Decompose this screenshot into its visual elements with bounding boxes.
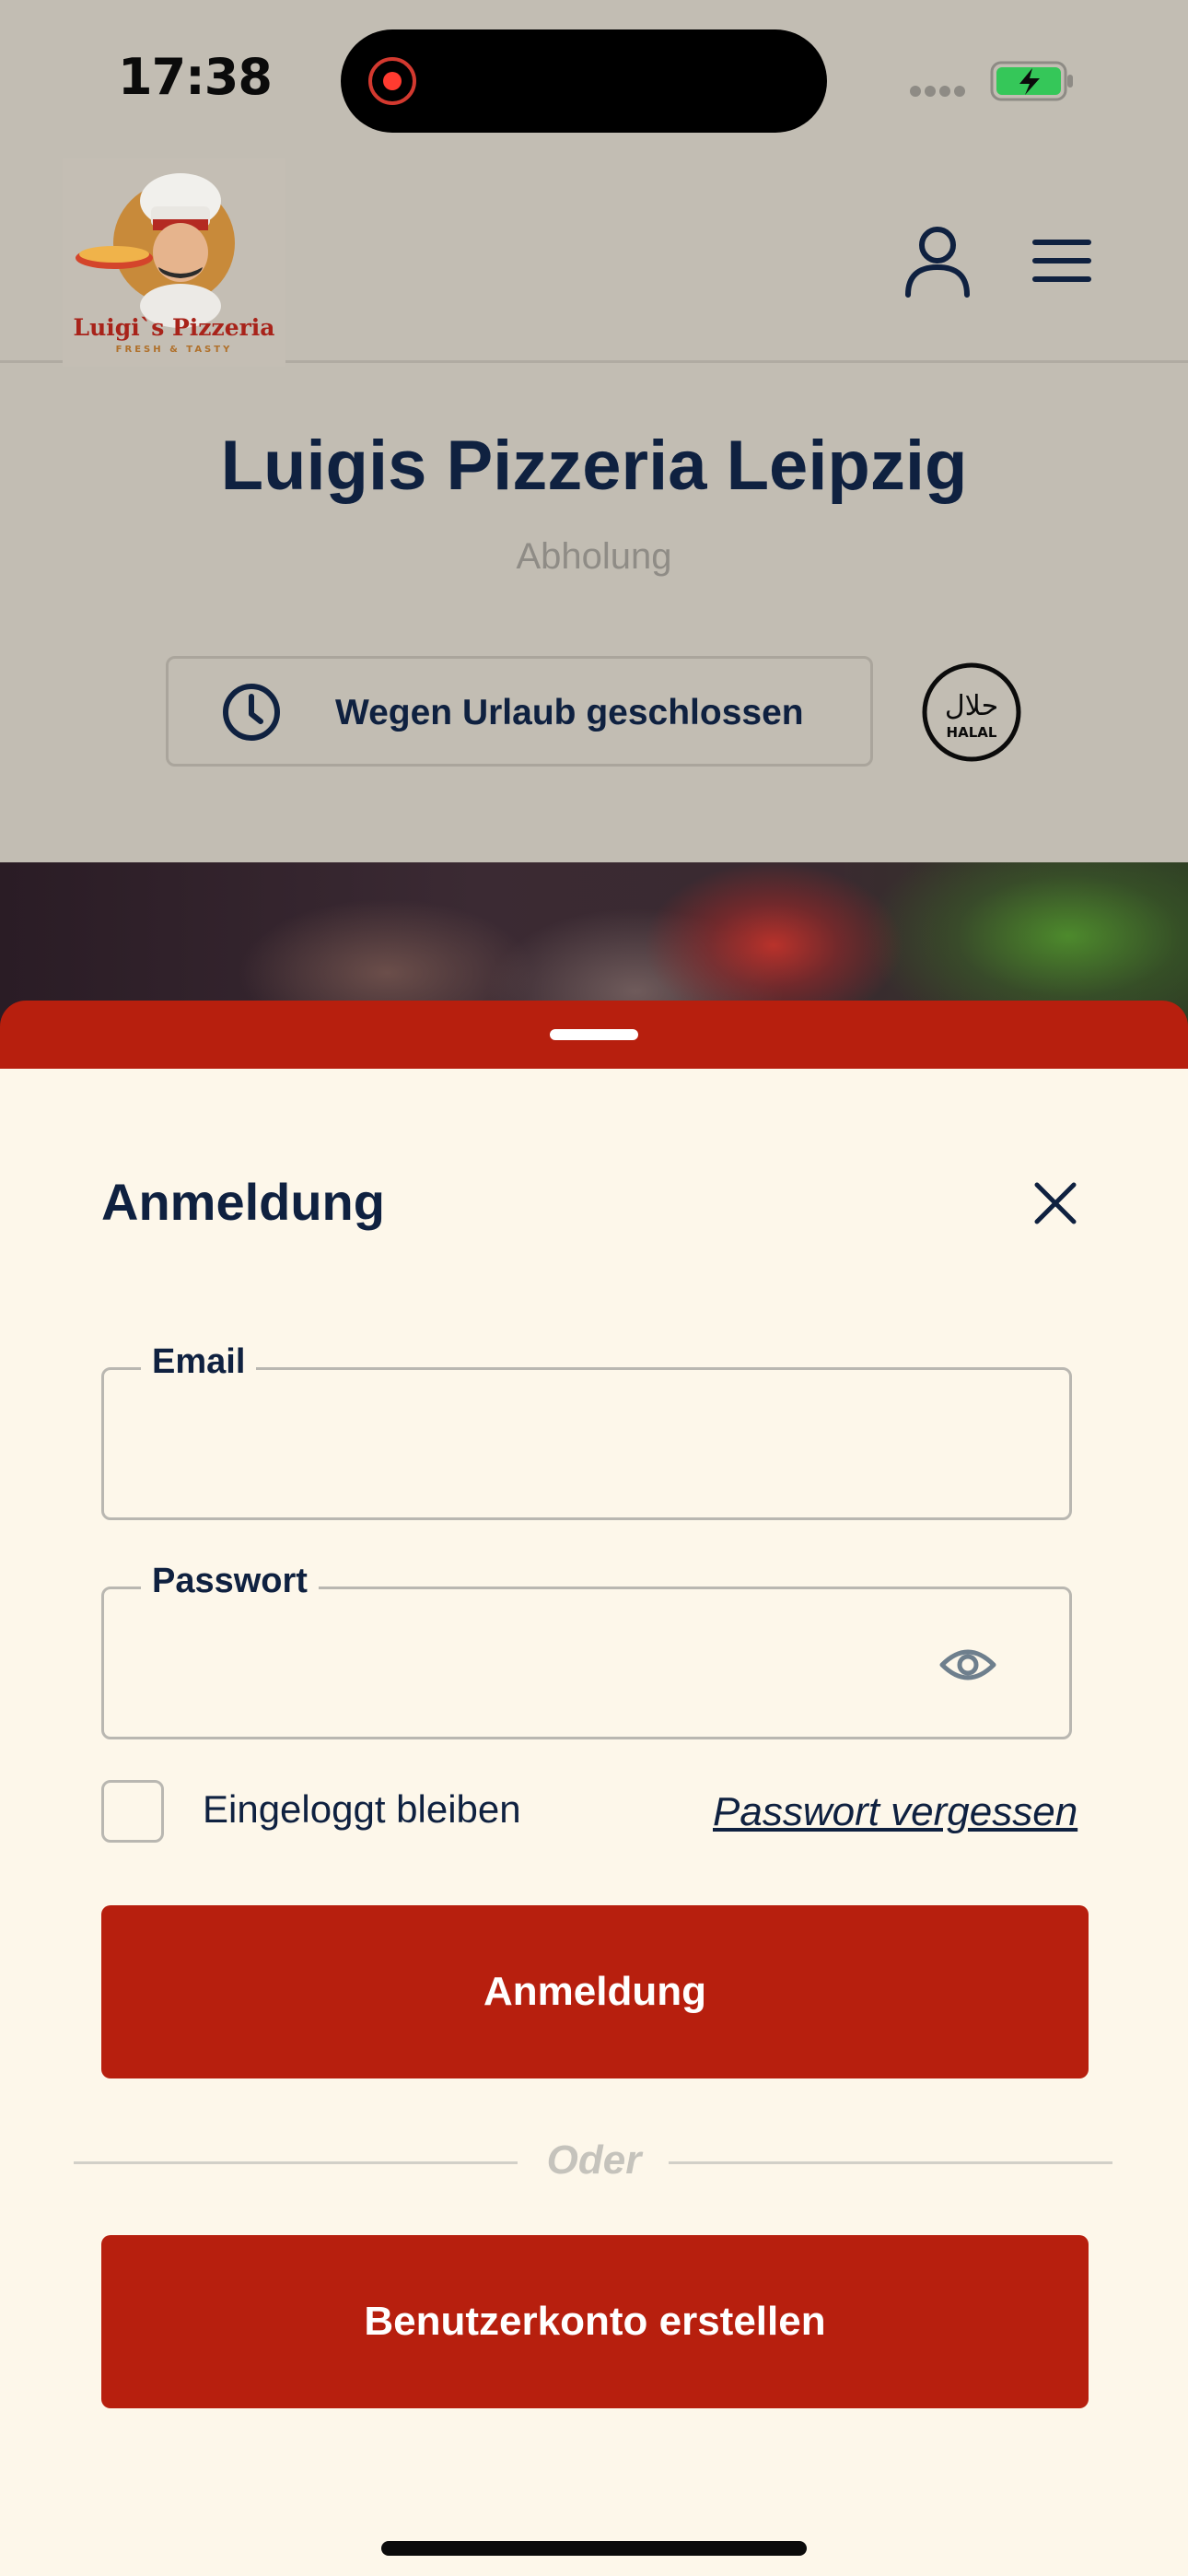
forgot-password-link[interactable]: Passwort vergessen <box>713 1789 1077 1835</box>
svg-text:HALAL: HALAL <box>947 724 997 741</box>
restaurant-logo[interactable]: Luigi`s Pizzeria FRESH & TASTY <box>63 158 285 367</box>
record-icon <box>368 57 416 105</box>
divider-line-left <box>74 2161 518 2164</box>
eye-icon[interactable] <box>938 1635 997 1694</box>
close-icon[interactable] <box>1031 1179 1079 1227</box>
logo-wordmark: Luigi`s Pizzeria <box>74 314 275 341</box>
remember-me-label: Eingeloggt bleiben <box>203 1787 521 1831</box>
remember-me-checkbox[interactable] <box>101 1780 164 1843</box>
clock-icon <box>223 684 280 741</box>
password-label: Passwort <box>141 1562 319 1601</box>
email-label: Email <box>141 1342 257 1382</box>
battery-icon <box>990 61 1073 101</box>
account-icon[interactable] <box>903 225 973 299</box>
store-status-text: Wegen Urlaub geschlossen <box>335 693 804 732</box>
email-input[interactable] <box>141 1407 970 1490</box>
home-indicator[interactable] <box>381 2541 807 2556</box>
svg-text:FRESH & TASTY: FRESH & TASTY <box>116 345 233 355</box>
sheet-title: Anmeldung <box>101 1173 385 1231</box>
signal-icon <box>910 85 971 98</box>
password-input[interactable] <box>141 1626 914 1709</box>
store-name: Luigis Pizzeria Leipzig <box>220 427 968 505</box>
menu-icon[interactable] <box>1031 238 1092 284</box>
login-button[interactable]: Anmeldung <box>101 1905 1089 2078</box>
email-field[interactable]: Email <box>101 1342 1072 1520</box>
password-field[interactable]: Passwort <box>101 1562 1072 1739</box>
divider-line-right <box>669 2161 1112 2164</box>
create-account-button[interactable]: Benutzerkonto erstellen <box>101 2235 1089 2408</box>
svg-text:حلال: حلال <box>945 690 998 722</box>
order-mode: Abholung <box>516 536 672 577</box>
divider-text: Oder <box>546 2137 642 2183</box>
status-time: 17:38 <box>118 48 273 106</box>
sheet-drag-handle[interactable] <box>550 1029 638 1040</box>
halal-icon: حلال HALAL <box>922 662 1021 762</box>
